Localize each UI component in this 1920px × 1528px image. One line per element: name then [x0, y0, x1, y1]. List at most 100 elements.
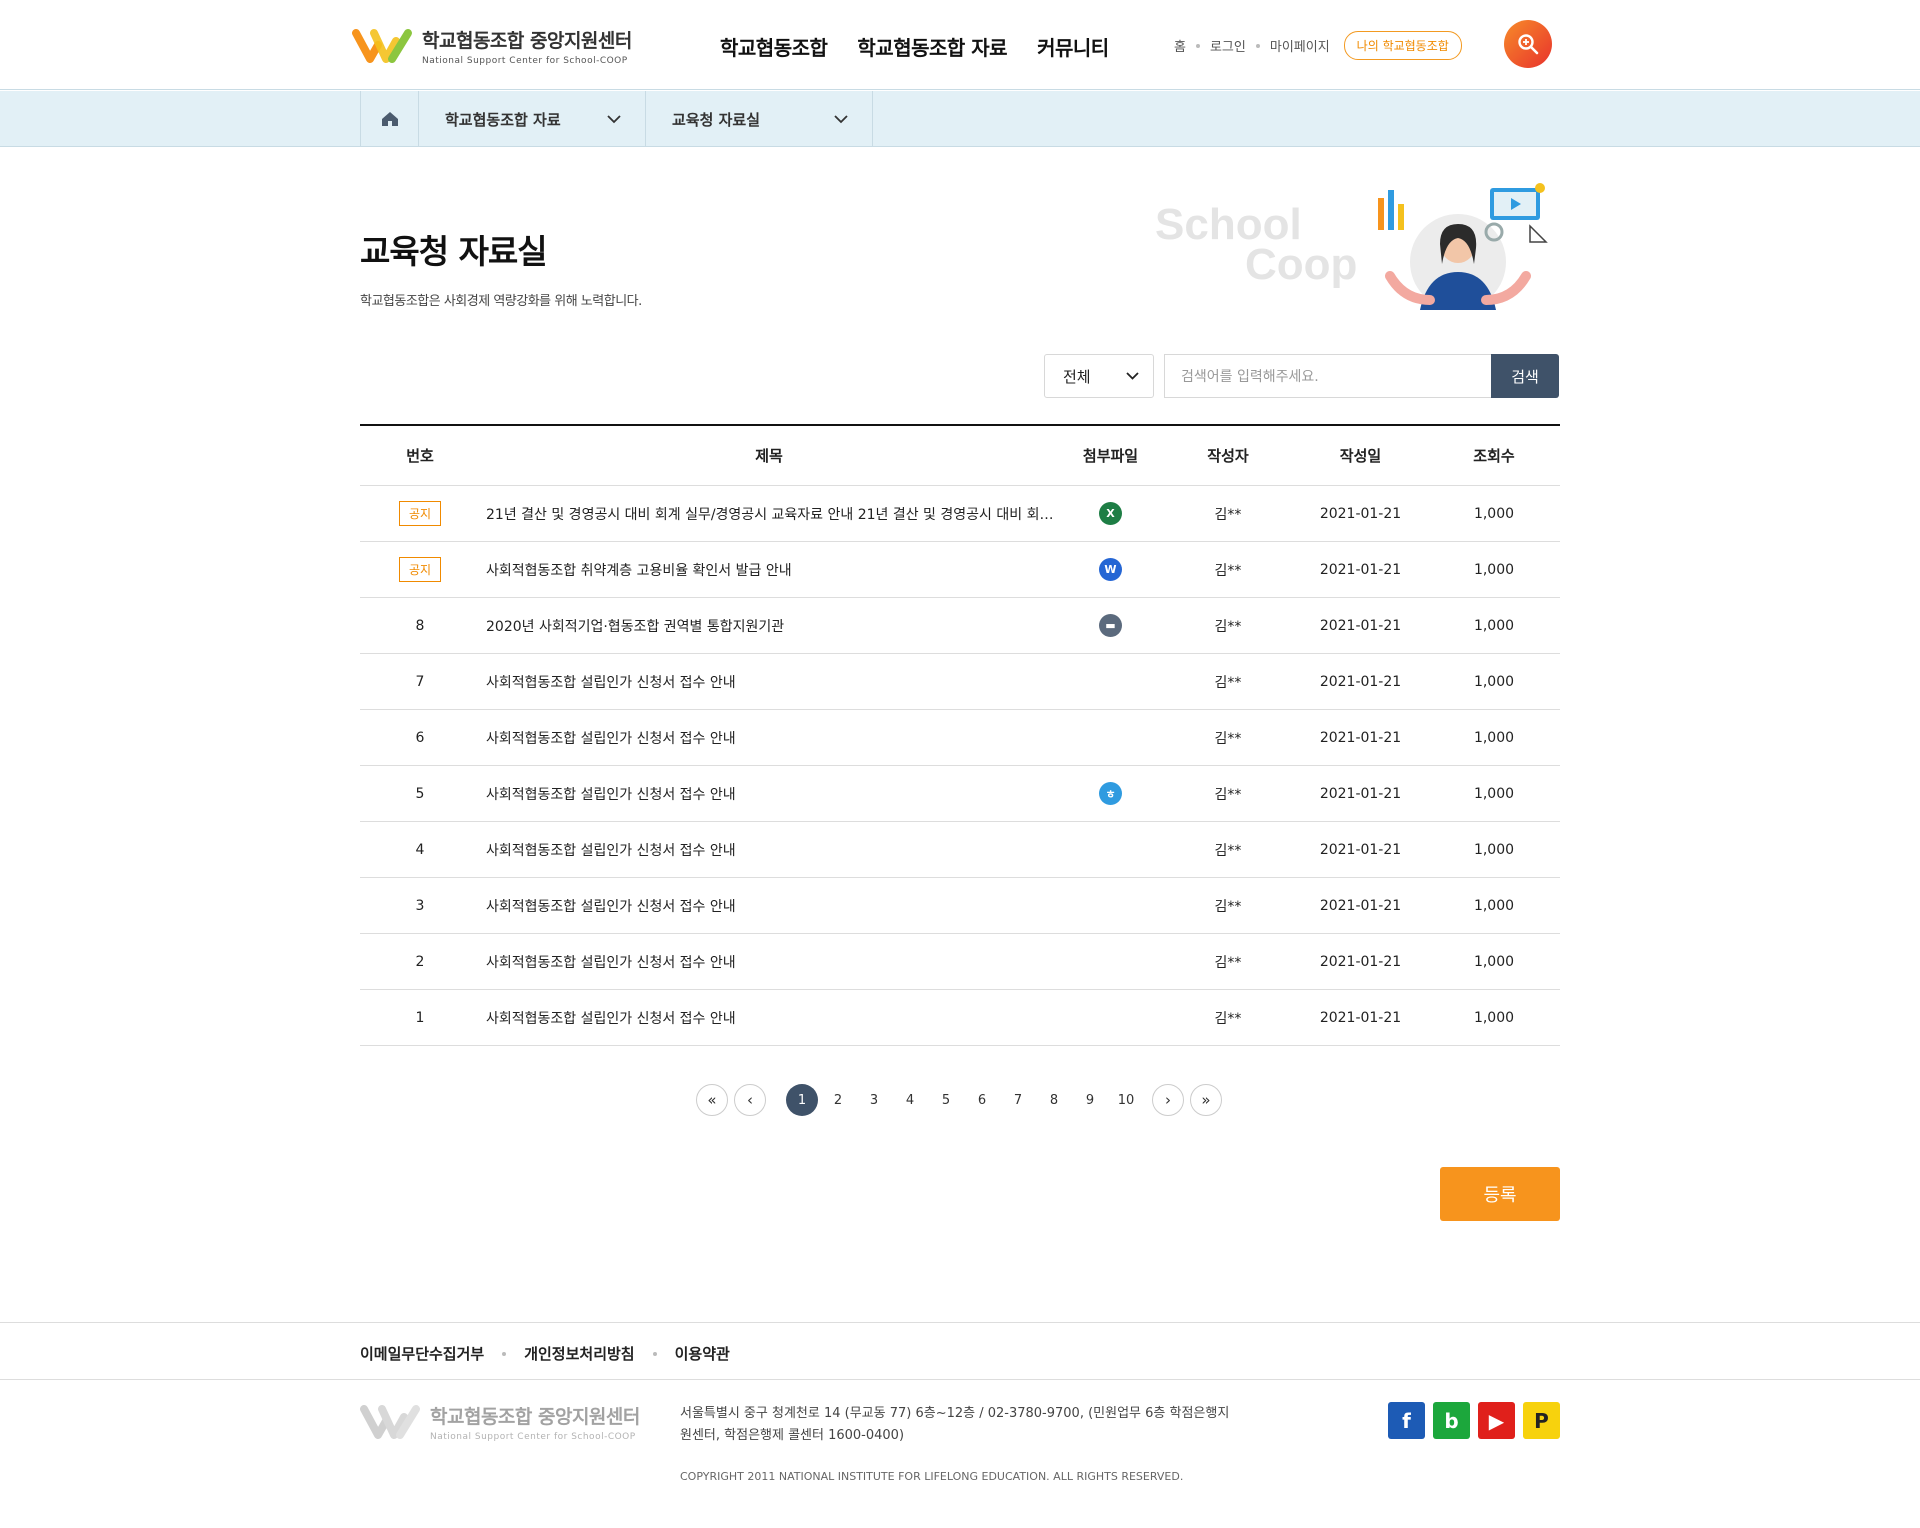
register-button[interactable]: 등록	[1440, 1167, 1560, 1221]
footer-logo: 학교협동조합 중앙지원센터 National Support Center fo…	[360, 1402, 640, 1442]
table-row[interactable]: 5 사회적협동조합 설립인가 신청서 접수 안내 ㅎ 김** 2021-01-21 1,0…	[360, 766, 1560, 822]
youtube-icon[interactable]: ▶	[1478, 1402, 1515, 1439]
woman-illustration	[1378, 183, 1548, 310]
global-search-button[interactable]	[1504, 20, 1552, 68]
footer-address: 서울특별시 중구 청계천로 14 (무교동 77) 6층~12층 / 02-37…	[680, 1406, 1230, 1443]
row-views: 1,000	[1473, 841, 1515, 858]
col-views-header: 조회수	[1473, 447, 1515, 465]
page-number[interactable]: 10	[1110, 1084, 1142, 1116]
post-icon[interactable]: P	[1523, 1402, 1560, 1439]
page-number[interactable]: 9	[1074, 1084, 1106, 1116]
search-input[interactable]: 검색어를 입력해주세요.	[1164, 354, 1491, 398]
search-category-select[interactable]: 전체	[1044, 354, 1154, 398]
nav-item-community[interactable]: 커뮤니티	[1037, 32, 1109, 61]
facebook-icon[interactable]: f	[1388, 1402, 1425, 1439]
row-title-link[interactable]: 사회적협동조합 설립인가 신청서 접수 안내	[480, 672, 1058, 692]
hero-illustration: School Coop	[1150, 180, 1560, 320]
footer-link-email-refusal[interactable]: 이메일무단수집거부	[360, 1343, 484, 1364]
notice-badge: 공지	[398, 557, 442, 582]
table-row[interactable]: 6 사회적협동조합 설립인가 신청서 접수 안내 김** 2021-01-21 1,00…	[360, 710, 1560, 766]
logo-subtitle: National Support Center for School-COOP	[422, 56, 628, 66]
row-title-link[interactable]: 사회적협동조합 설립인가 신청서 접수 안내	[480, 784, 1058, 804]
main-nav: 학교협동조합 학교협동조합 자료 커뮤니티	[720, 32, 1109, 61]
row-views: 1,000	[1473, 673, 1515, 690]
site-logo[interactable]: 학교협동조합 중앙지원센터 National Support Center fo…	[352, 26, 632, 66]
footer-copyright: COPYRIGHT 2011 NATIONAL INSTITUTE FOR LI…	[680, 1470, 1184, 1483]
footer-links: 이메일무단수집거부 개인정보처리방침 이용약관	[0, 1322, 1920, 1380]
row-date: 2021-01-21	[1319, 617, 1402, 634]
pagination: « ‹ 1 2 3 4 5 6 7 8 9 10 › »	[696, 1084, 1222, 1116]
blog-icon[interactable]: b	[1433, 1402, 1470, 1439]
table-row[interactable]: 7 사회적협동조합 설립인가 신청서 접수 안내 김** 2021-01-21 1,00…	[360, 654, 1560, 710]
table-row[interactable]: 2 사회적협동조합 설립인가 신청서 접수 안내 김** 2021-01-21 1,00…	[360, 934, 1560, 990]
folder-file-icon[interactable]: ▬	[1099, 614, 1122, 637]
row-number: 공지	[360, 501, 480, 526]
row-title-link[interactable]: 2020년 사회적기업·협동조합 권역별 통합지원기관	[480, 616, 1058, 636]
row-views: 1,000	[1473, 505, 1515, 522]
row-writer: 김**	[1214, 730, 1242, 747]
first-page-button[interactable]: «	[696, 1084, 728, 1116]
breadcrumb-level2-label: 교육청 자료실	[672, 110, 761, 129]
row-title-link[interactable]: 사회적협동조합 설립인가 신청서 접수 안내	[480, 728, 1058, 748]
page-number[interactable]: 7	[1002, 1084, 1034, 1116]
table-row[interactable]: 8 2020년 사회적기업·협동조합 권역별 통합지원기관 ▬ 김** 2021-01-…	[360, 598, 1560, 654]
page-number[interactable]: 2	[822, 1084, 854, 1116]
breadcrumb-level1-dropdown[interactable]: 학교협동조합 자료	[419, 91, 646, 147]
notice-badge: 공지	[398, 501, 442, 526]
row-title-link[interactable]: 사회적협동조합 취약계층 고용비율 확인서 발급 안내	[480, 560, 1058, 580]
breadcrumb-level2-dropdown[interactable]: 교육청 자료실	[646, 91, 873, 147]
util-home-link[interactable]: 홈	[1174, 36, 1186, 55]
footer-link-terms[interactable]: 이용약관	[675, 1343, 730, 1364]
row-date: 2021-01-21	[1319, 673, 1402, 690]
divider-dot	[652, 1351, 657, 1356]
table-row[interactable]: 4 사회적협동조합 설립인가 신청서 접수 안내 김** 2021-01-21 1,00…	[360, 822, 1560, 878]
page-number[interactable]: 5	[930, 1084, 962, 1116]
row-writer: 김**	[1214, 562, 1242, 579]
row-writer: 김**	[1214, 786, 1242, 803]
table-row[interactable]: 3 사회적협동조합 설립인가 신청서 접수 안내 김** 2021-01-21 1,00…	[360, 878, 1560, 934]
row-title-link[interactable]: 사회적협동조합 설립인가 신청서 접수 안내	[480, 1008, 1058, 1028]
col-no-header: 번호	[406, 447, 434, 465]
hwp-file-icon[interactable]: ㅎ	[1099, 782, 1122, 805]
chevron-down-icon	[1126, 372, 1139, 380]
footer-link-privacy[interactable]: 개인정보처리방침	[524, 1343, 634, 1364]
excel-file-icon[interactable]: X	[1099, 502, 1122, 525]
row-title-link[interactable]: 사회적협동조합 설립인가 신청서 접수 안내	[480, 952, 1058, 972]
row-views: 1,000	[1473, 729, 1515, 746]
page-number[interactable]: 3	[858, 1084, 890, 1116]
word-file-icon[interactable]: W	[1099, 558, 1122, 581]
nav-item-school-coop[interactable]: 학교협동조합	[720, 32, 828, 61]
breadcrumb-home[interactable]	[361, 91, 419, 147]
row-number: 7	[415, 673, 425, 690]
row-title-link[interactable]: 사회적협동조합 설립인가 신청서 접수 안내	[480, 896, 1058, 916]
table-row[interactable]: 공지 21년 결산 및 경영공시 대비 회계 실무/경영공시 교육자료 안내 21…	[360, 486, 1560, 542]
nav-item-resources[interactable]: 학교협동조합 자료	[857, 32, 1007, 61]
page-number[interactable]: 1	[786, 1084, 818, 1116]
search-submit-button[interactable]: 검색	[1491, 354, 1559, 398]
prev-page-button[interactable]: ‹	[734, 1084, 766, 1116]
table-row[interactable]: 공지 사회적협동조합 취약계층 고용비율 확인서 발급 안내 W 김** 2021-01…	[360, 542, 1560, 598]
table-body: 공지 21년 결산 및 경영공시 대비 회계 실무/경영공시 교육자료 안내 21…	[360, 486, 1560, 1046]
my-coop-button[interactable]: 나의 학교협동조합	[1343, 31, 1462, 60]
row-writer: 김**	[1214, 1010, 1242, 1027]
breadcrumb: 학교협동조합 자료 교육청 자료실	[0, 91, 1920, 147]
last-page-button[interactable]: »	[1190, 1084, 1222, 1116]
row-date: 2021-01-21	[1319, 729, 1402, 746]
page-number[interactable]: 8	[1038, 1084, 1070, 1116]
row-title-link[interactable]: 사회적협동조합 설립인가 신청서 접수 안내	[480, 840, 1058, 860]
util-login-link[interactable]: 로그인	[1210, 36, 1246, 55]
page-number[interactable]: 4	[894, 1084, 926, 1116]
table-row[interactable]: 1 사회적협동조합 설립인가 신청서 접수 안내 김** 2021-01-21 1,00…	[360, 990, 1560, 1046]
page-number[interactable]: 6	[966, 1084, 998, 1116]
next-page-button[interactable]: ›	[1152, 1084, 1184, 1116]
row-date: 2021-01-21	[1319, 505, 1402, 522]
footer-logo-title: 학교협동조합 중앙지원센터	[430, 1406, 640, 1428]
row-views: 1,000	[1473, 953, 1515, 970]
search-category-value: 전체	[1063, 367, 1091, 386]
row-date: 2021-01-21	[1319, 1009, 1402, 1026]
row-title-link[interactable]: 21년 결산 및 경영공시 대비 회계 실무/경영공시 교육자료 안내 21년 …	[480, 504, 1058, 524]
util-mypage-link[interactable]: 마이페이지	[1270, 36, 1330, 55]
row-attachment: ㅎ	[1058, 782, 1163, 805]
row-views: 1,000	[1473, 617, 1515, 634]
board-search: 전체 검색어를 입력해주세요. 검색	[1044, 354, 1559, 398]
